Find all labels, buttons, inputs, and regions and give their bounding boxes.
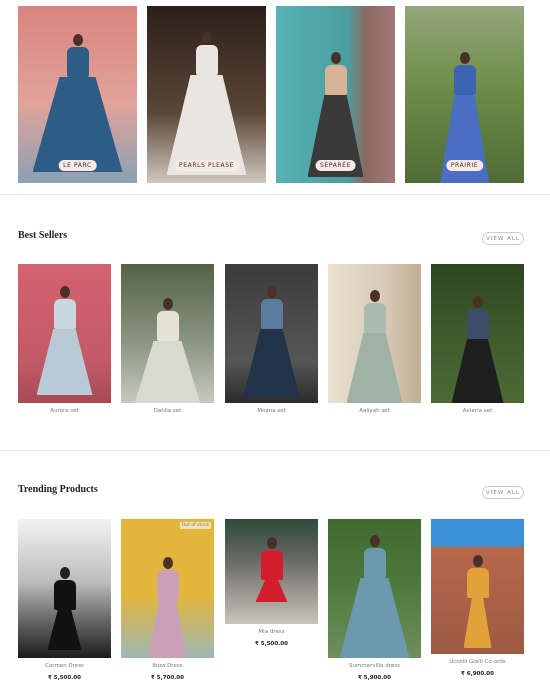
collection-card[interactable]: SEPARÉE [276,6,395,183]
divider [0,194,550,195]
collection-label: LE PARC [58,160,97,171]
product-image [18,519,111,658]
collection-label: SEPARÉE [315,160,356,171]
product-image [225,264,318,403]
product-name: Dahlia set [153,408,182,414]
product-name: Asteria set [462,408,493,414]
product-name: Summerville dress [348,663,401,669]
product-image [121,264,214,403]
product-card[interactable]: Carmen Dress ₹ 5,500.00 [18,519,111,681]
out-of-stock-badge: Out of stock [179,522,211,529]
product-image [225,519,318,624]
product-price: ₹ 5,500.00 [48,675,81,681]
product-card[interactable]: Uccelli Gialli Co-ords ₹ 6,900.00 [431,519,524,677]
collection-card[interactable]: LE PARC [18,6,137,183]
collection-image [147,6,266,183]
product-image [431,264,524,403]
product-price: ₹ 5,500.00 [255,641,288,647]
product-card[interactable]: Summerville dress ₹ 5,900.00 [328,519,421,681]
trending-view-all-button[interactable]: VIEW ALL [482,486,524,499]
product-card[interactable]: Dahlia set [121,264,214,414]
product-card[interactable]: Aaliyah set [328,264,421,414]
collection-image [18,6,137,183]
product-price: ₹ 5,900.00 [358,675,391,681]
product-image [328,519,421,658]
product-price: ₹ 6,900.00 [461,671,494,677]
product-name: Ibiza Dress [152,663,183,669]
product-card[interactable]: Aurora set [18,264,111,414]
product-image [431,519,524,654]
product-card[interactable]: Mia dress ₹ 5,500.00 [225,519,318,647]
product-name: Aaliyah set [359,408,390,414]
product-image [328,264,421,403]
collection-card[interactable]: PEARLS PLEASE [147,6,266,183]
product-name: Uccelli Gialli Co-ords [449,659,506,665]
collection-label: PRAIRIE [445,160,484,171]
product-name: Carmen Dress [45,663,84,669]
product-card[interactable]: Moana set [225,264,318,414]
product-card[interactable]: Asteria set [431,264,524,414]
product-name: Mia dress [258,629,285,635]
product-image [18,264,111,403]
product-name: Moana set [257,408,286,414]
product-name: Aurora set [50,408,79,414]
best-sellers-title: Best Sellers [18,230,68,241]
collection-image [405,6,524,183]
product-card[interactable]: Out of stock Ibiza Dress ₹ 5,700.00 [121,519,214,681]
collection-label: PEARLS PLEASE [174,160,239,171]
best-sellers-view-all-button[interactable]: VIEW ALL [482,232,524,245]
trending-products-title: Trending Products [18,484,98,495]
product-image: Out of stock [121,519,214,658]
divider [0,450,550,451]
collections-row: LE PARC PEARLS PLEASE SEPARÉE PRAIRIE [18,6,524,183]
collection-card[interactable]: PRAIRIE [405,6,524,183]
product-price: ₹ 5,700.00 [151,675,184,681]
collection-image [276,6,395,183]
